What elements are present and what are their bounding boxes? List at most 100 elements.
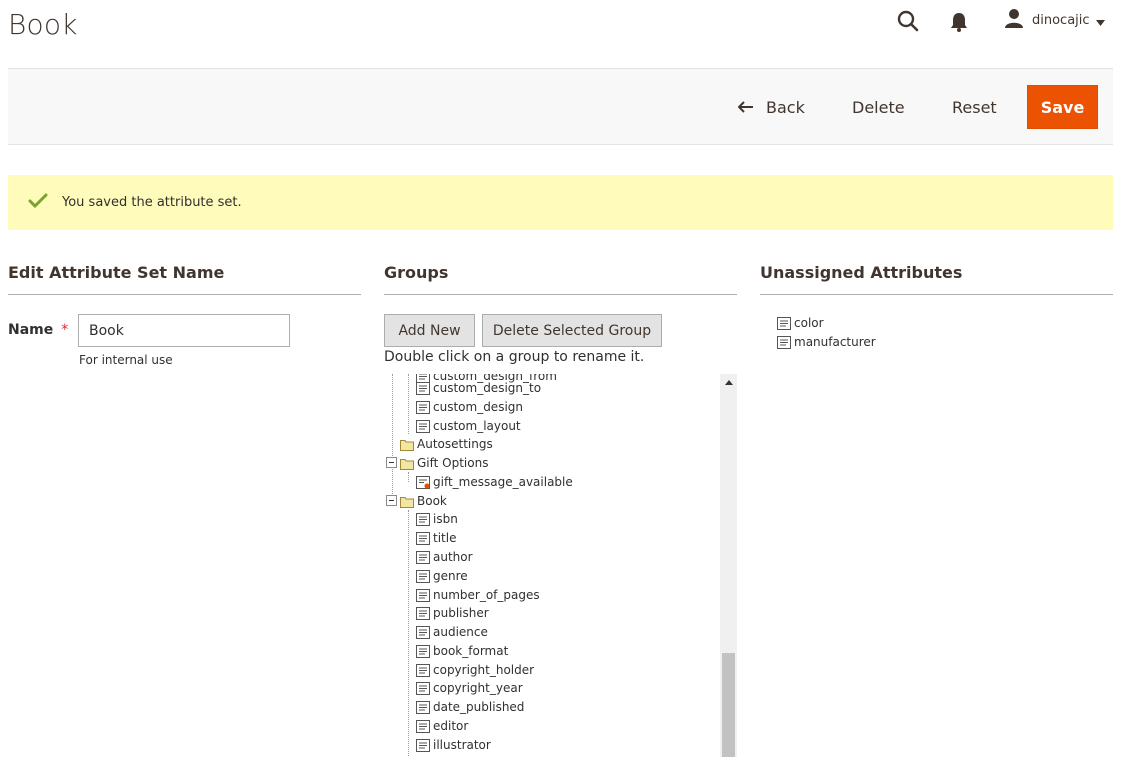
attribute-icon — [416, 569, 430, 583]
unassigned-section: Unassigned Attributes — [760, 263, 1113, 295]
attribute-icon — [416, 400, 430, 414]
tree-attr[interactable]: isbn — [416, 510, 458, 528]
attribute-icon — [416, 738, 430, 752]
username: dinocajic — [1032, 12, 1090, 28]
message-text: You saved the attribute set. — [62, 195, 242, 210]
attribute-icon — [416, 663, 430, 677]
user-menu[interactable]: dinocajic — [1004, 8, 1105, 32]
edit-name-section: Edit Attribute Set Name — [8, 263, 361, 295]
tree-node-label: custom_layout — [433, 419, 521, 433]
attribute-icon — [777, 335, 791, 349]
tree-connector — [392, 374, 393, 504]
tree-node-label: editor — [433, 719, 469, 733]
tree-attr-system[interactable]: gift_message_available — [416, 473, 573, 491]
tree-attr[interactable]: title — [416, 529, 456, 547]
tree-node-label: publisher — [433, 606, 489, 620]
tree-node-label: title — [433, 531, 457, 545]
tree-attr[interactable]: custom_layout — [416, 417, 521, 435]
folder-icon — [400, 438, 414, 451]
section-title: Unassigned Attributes — [760, 263, 1113, 295]
checkmark-icon — [28, 193, 48, 213]
tree-attr[interactable]: copyright_year — [416, 679, 523, 697]
attribute-label: manufacturer — [794, 335, 876, 349]
attribute-icon — [416, 550, 430, 564]
attribute-icon — [416, 381, 430, 395]
attribute-label: color — [794, 316, 824, 330]
tree-attr[interactable]: number_of_pages — [416, 586, 540, 604]
name-label: Name * — [8, 322, 68, 338]
tree-node-label: number_of_pages — [433, 588, 540, 602]
tree-node-label: custom_design — [433, 400, 523, 414]
tree-group[interactable]: Book — [386, 492, 447, 510]
notifications-bell-icon[interactable] — [949, 11, 969, 33]
collapse-icon[interactable] — [386, 494, 397, 508]
tree-node-label: author — [433, 550, 473, 564]
attribute-icon — [416, 531, 430, 545]
tree-node-label: Gift Options — [417, 456, 489, 470]
field-note: For internal use — [79, 353, 173, 367]
tree-node-label: date_published — [433, 700, 525, 714]
search-icon[interactable] — [896, 9, 920, 33]
folder-icon — [400, 457, 414, 470]
tree-node-label: Autosettings — [417, 437, 493, 451]
arrow-left-icon — [737, 98, 754, 117]
tree-node-label: audience — [433, 625, 488, 639]
chevron-down-icon — [1095, 11, 1105, 30]
tree-attr[interactable]: book_format — [416, 642, 508, 660]
tree-attr[interactable]: genre — [416, 567, 468, 585]
groups-section: Groups — [384, 263, 737, 295]
tree-node-label: book_format — [433, 644, 509, 658]
section-title: Groups — [384, 263, 737, 295]
back-label: Back — [766, 97, 805, 117]
reset-button[interactable]: Reset — [952, 85, 997, 129]
scrollbar-thumb[interactable] — [722, 653, 735, 757]
tree-attr[interactable]: custom_design_to — [416, 379, 541, 397]
tree-attr[interactable]: custom_design — [416, 398, 523, 416]
groups-tree[interactable]: custom_design_from custom_design_to cust… — [384, 374, 737, 757]
tree-attr[interactable]: author — [416, 548, 473, 566]
tree-node-label: gift_message_available — [433, 475, 573, 489]
tree-group[interactable]: Gift Options — [386, 454, 488, 472]
tree-group[interactable]: Autosettings — [400, 435, 493, 453]
attribute-icon — [416, 588, 430, 602]
back-button[interactable]: Back — [737, 85, 805, 129]
add-new-group-button[interactable]: Add New — [384, 314, 475, 347]
tree-node-label: Book — [417, 494, 447, 508]
tree-connector — [408, 472, 409, 482]
tree-scrollbar[interactable] — [720, 374, 737, 757]
collapse-icon[interactable] — [386, 456, 397, 470]
tree-attr[interactable]: editor — [416, 717, 468, 735]
page-actions-bar: Back Delete Reset Save — [8, 68, 1113, 145]
groups-hint: Double click on a group to rename it. — [384, 349, 645, 365]
tree-attr[interactable]: date_published — [416, 698, 524, 716]
attribute-icon — [416, 681, 430, 695]
attribute-icon — [416, 419, 430, 433]
locked-attribute-icon — [416, 475, 430, 489]
section-title: Edit Attribute Set Name — [8, 263, 361, 295]
attribute-icon — [416, 625, 430, 639]
tree-attr[interactable]: illustrator — [416, 736, 491, 754]
tree-attr[interactable]: copyright_holder — [416, 661, 534, 679]
delete-selected-group-button[interactable]: Delete Selected Group — [482, 314, 662, 347]
tree-node-label: genre — [433, 569, 468, 583]
required-mark: * — [61, 322, 69, 338]
tree-node-label: copyright_holder — [433, 663, 535, 677]
scroll-up-arrow-icon[interactable] — [720, 374, 737, 390]
attribute-icon — [416, 644, 430, 658]
attribute-icon — [416, 606, 430, 620]
delete-button[interactable]: Delete — [852, 85, 905, 129]
tree-node-label: copyright_year — [433, 681, 523, 695]
unassigned-attribute[interactable]: manufacturer — [777, 333, 876, 351]
tree-attr[interactable]: audience — [416, 623, 488, 641]
page-title: Book — [8, 8, 78, 41]
folder-icon — [400, 495, 414, 508]
tree-node-label: illustrator — [433, 738, 491, 752]
tree-node-label: isbn — [433, 512, 458, 526]
attribute-icon — [416, 719, 430, 733]
tree-attr[interactable]: publisher — [416, 604, 489, 622]
save-button[interactable]: Save — [1027, 85, 1098, 129]
unassigned-attribute[interactable]: color — [777, 314, 824, 332]
tree-connector — [408, 374, 409, 434]
attribute-set-name-input[interactable] — [78, 314, 290, 347]
attribute-icon — [416, 700, 430, 714]
